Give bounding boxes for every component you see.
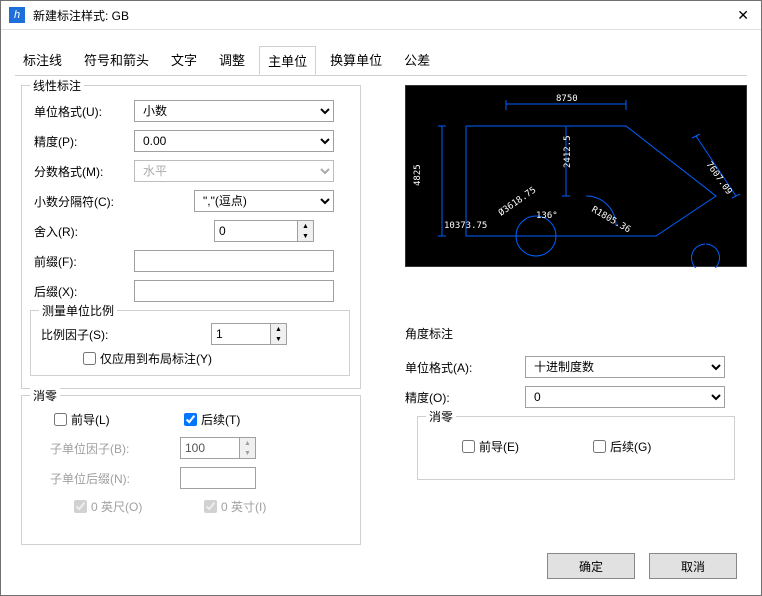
sub-suffix-input [180, 467, 256, 489]
svg-text:4825: 4825 [413, 164, 423, 186]
decimal-sep-label: 小数分隔符(C): [34, 193, 154, 210]
angle-zero-fieldset: 消零 前导(E) 后续(G) [417, 416, 735, 480]
angle-trailing-checkbox[interactable]: 后续(G) [589, 437, 651, 456]
svg-text:Ø3618.75: Ø3618.75 [496, 185, 538, 219]
spin-down-icon: ▼ [239, 448, 255, 458]
linear-fieldset: 线性标注 单位格式(U): 小数 精度(P): 0.00 分数格式(M): 水平… [21, 85, 361, 389]
suffix-label: 后缀(X): [34, 283, 134, 300]
layout-only-checkbox[interactable]: 仅应用到布局标注(Y) [79, 349, 212, 368]
spin-down-icon[interactable]: ▼ [297, 231, 313, 241]
zero-fieldset: 消零 前导(L) 后续(T) 子单位因子(B): ▲▼ [21, 395, 361, 545]
precision-select[interactable]: 0.00 [134, 130, 334, 152]
angle-legend: 角度标注 [405, 325, 747, 342]
tab-fit[interactable]: 调整 [211, 46, 253, 75]
linear-legend: 线性标注 [30, 77, 84, 94]
leading-checkbox[interactable]: 前导(L) [50, 410, 180, 429]
angle-leading-checkbox[interactable]: 前导(E) [458, 437, 519, 456]
app-icon: h [9, 7, 25, 23]
feet-checkbox: 0 英尺(O) [70, 497, 200, 516]
prefix-label: 前缀(F): [34, 253, 134, 270]
suffix-input[interactable] [134, 280, 334, 302]
angle-precision-label: 精度(O): [405, 389, 525, 406]
angle-precision-select[interactable]: 0 [525, 386, 725, 408]
roundoff-label: 舍入(R): [34, 223, 154, 240]
angle-unit-label: 单位格式(A): [405, 359, 525, 376]
sub-factor-label: 子单位因子(B): [50, 440, 180, 457]
tab-dimlines[interactable]: 标注线 [15, 46, 70, 75]
ok-button[interactable]: 确定 [547, 553, 635, 579]
tab-text[interactable]: 文字 [163, 46, 205, 75]
preview-image: 8750 4825 2412.5 R1805.36 10373.75 Ø3618… [405, 85, 747, 267]
tab-alt-units[interactable]: 换算单位 [322, 46, 390, 75]
fraction-format-select: 水平 [134, 160, 334, 182]
scale-legend: 测量单位比例 [39, 302, 117, 319]
inch-checkbox: 0 英寸(I) [200, 497, 266, 516]
precision-label: 精度(P): [34, 133, 134, 150]
spin-down-icon[interactable]: ▼ [270, 334, 286, 344]
tab-symbols[interactable]: 符号和箭头 [76, 46, 157, 75]
trailing-checkbox[interactable]: 后续(T) [180, 410, 240, 429]
window-title: 新建标注样式: GB [33, 7, 129, 24]
tabs: 标注线 符号和箭头 文字 调整 主单位 换算单位 公差 [1, 46, 761, 75]
dialog-actions: 确定 取消 [547, 553, 737, 579]
close-icon[interactable]: ✕ [737, 7, 749, 24]
sub-suffix-label: 子单位后缀(N): [50, 470, 180, 487]
unit-format-select[interactable]: 小数 [134, 100, 334, 122]
zero-legend: 消零 [30, 387, 60, 404]
svg-text:10373.75: 10373.75 [444, 221, 487, 231]
scale-fieldset: 测量单位比例 比例因子(S): ▲▼ 仅应用到布局标注(Y) [30, 310, 350, 376]
tab-primary-units[interactable]: 主单位 [259, 46, 316, 75]
fraction-format-label: 分数格式(M): [34, 163, 134, 180]
scale-factor-label: 比例因子(S): [41, 326, 211, 343]
svg-text:8750: 8750 [556, 94, 578, 104]
angle-section: 角度标注 单位格式(A): 十进制度数 精度(O): 0 消零 前导(E) 后续… [405, 325, 747, 480]
angle-unit-select[interactable]: 十进制度数 [525, 356, 725, 378]
svg-text:2412.5: 2412.5 [563, 135, 573, 168]
spin-up-icon: ▲ [239, 438, 255, 448]
dialog-window: h 新建标注样式: GB ✕ 标注线 符号和箭头 文字 调整 主单位 换算单位 … [0, 0, 762, 596]
unit-format-label: 单位格式(U): [34, 103, 134, 120]
spin-up-icon[interactable]: ▲ [297, 221, 313, 231]
prefix-input[interactable] [134, 250, 334, 272]
tab-tolerance[interactable]: 公差 [396, 46, 438, 75]
svg-text:7607.09: 7607.09 [704, 160, 734, 197]
svg-text:136°: 136° [536, 211, 558, 221]
spin-up-icon[interactable]: ▲ [270, 324, 286, 334]
titlebar: h 新建标注样式: GB ✕ [1, 1, 761, 30]
angle-zero-legend: 消零 [426, 408, 456, 425]
content: 线性标注 单位格式(U): 小数 精度(P): 0.00 分数格式(M): 水平… [15, 79, 747, 535]
decimal-sep-select[interactable]: ","(逗点) [194, 190, 334, 212]
cancel-button[interactable]: 取消 [649, 553, 737, 579]
